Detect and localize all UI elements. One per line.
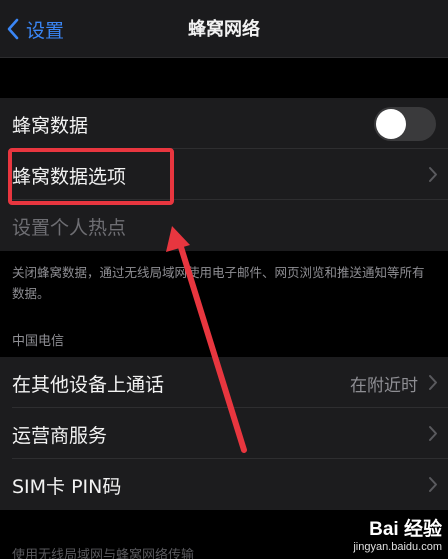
- sim-pin-row[interactable]: SIM卡 PIN码: [0, 459, 448, 510]
- carrier-services-label: 运营商服务: [12, 425, 108, 447]
- navigation-bar: 设置 蜂窝网络: [0, 0, 448, 58]
- highlight-box: [8, 148, 174, 205]
- calls-on-other-devices-row[interactable]: 在其他设备上通话 在附近时: [0, 357, 448, 408]
- baidu-watermark: Bai 经验 jingyan.baidu.com: [353, 514, 442, 553]
- chevron-right-icon: [429, 426, 437, 441]
- cellular-data-toggle[interactable]: [374, 107, 436, 141]
- chevron-right-icon: [429, 167, 437, 182]
- watermark-sub: jingyan.baidu.com: [353, 541, 442, 553]
- section-gap: [0, 58, 448, 98]
- chevron-right-icon: [429, 477, 437, 492]
- cellular-footer-note: 关闭蜂窝数据，通过无线局域网使用电子邮件、网页浏览和推送通知等所有数据。: [12, 265, 425, 301]
- sim-pin-label: SIM卡 PIN码: [12, 476, 122, 498]
- chevron-right-icon: [429, 375, 437, 390]
- bottom-footer-text: 使用无线局域网与蜂窝网络传输: [12, 548, 195, 559]
- personal-hotspot-label: 设置个人热点: [12, 217, 127, 239]
- calls-on-other-devices-label: 在其他设备上通话: [12, 374, 165, 396]
- carrier-section-header: 中国电信: [12, 334, 65, 349]
- watermark-main: Bai 经验: [369, 519, 442, 540]
- carrier-services-row[interactable]: 运营商服务: [0, 408, 448, 459]
- calls-on-other-devices-value: 在附近时: [350, 376, 418, 396]
- personal-hotspot-row: 设置个人热点: [0, 200, 448, 251]
- toggle-knob: [376, 109, 406, 139]
- cellular-data-row: 蜂窝数据: [0, 98, 448, 149]
- page-title: 蜂窝网络: [188, 19, 260, 40]
- cellular-data-label: 蜂窝数据: [12, 115, 89, 137]
